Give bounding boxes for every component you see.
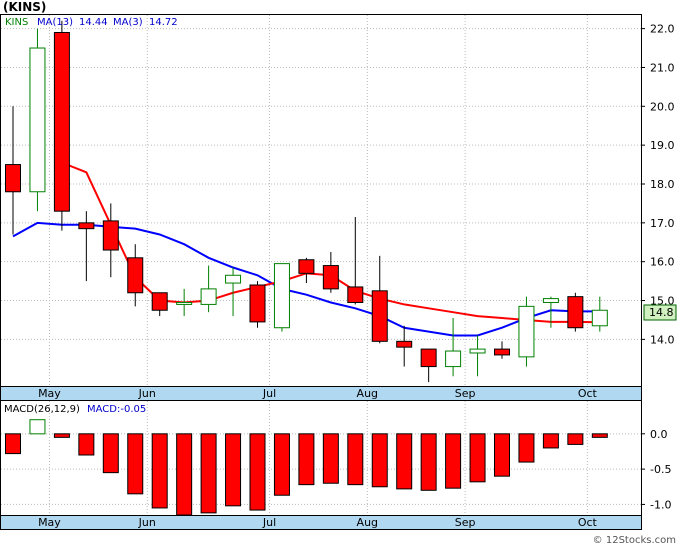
candle-body: [518, 305, 535, 358]
candle-body: [469, 348, 486, 354]
candle-up: [518, 296, 535, 367]
price-panel: [0, 14, 642, 387]
macd-bar: [518, 433, 535, 463]
macd-y-tick-label: -0.5: [650, 463, 671, 476]
macd-bar: [347, 433, 364, 486]
candle-body: [151, 292, 168, 311]
candle-body: [5, 164, 21, 193]
candle-down: [249, 281, 266, 328]
macd-value-label: MACD:-0.05: [87, 404, 146, 415]
macd-bar: [5, 433, 21, 455]
candle-body: [78, 222, 95, 230]
candle-body: [298, 259, 315, 274]
candle-body: [542, 298, 559, 303]
macd-bar: [542, 433, 559, 449]
candle-body: [445, 350, 462, 368]
price-y-tick-label: 14.0: [650, 333, 675, 346]
price-x-tick-label: Jun: [138, 387, 156, 400]
macd-x-axis-band: [0, 515, 642, 530]
macd-bar: [371, 433, 388, 488]
candle-body: [176, 301, 193, 305]
price-y-tick-label: 17.0: [650, 217, 675, 230]
macd-y-tick-label: 0.0: [650, 428, 668, 441]
legend-ma3-value: 14.72: [149, 17, 178, 28]
price-x-tick-label: Sep: [455, 387, 476, 400]
price-y-tick-label: 16.0: [650, 256, 675, 269]
legend-ma3-label: MA(3): [113, 17, 143, 28]
candle-body: [249, 284, 266, 323]
macd-x-tick-label: Aug: [357, 516, 378, 529]
candle-body: [273, 263, 290, 329]
macd-bar: [225, 433, 242, 507]
candle-body: [591, 309, 608, 327]
price-y-tick-label: 22.0: [650, 23, 675, 36]
legend-ma13-value: 14.44: [79, 17, 108, 28]
macd-bar: [445, 433, 462, 489]
macd-bar: [591, 433, 608, 438]
macd-bar: [396, 433, 413, 490]
macd-bar: [420, 433, 437, 491]
macd-bar: [200, 433, 217, 514]
macd-x-tick-label: Oct: [578, 516, 598, 529]
stock-chart: 14.015.016.017.018.019.020.021.022.0 May…: [0, 0, 680, 546]
macd-bar: [273, 433, 290, 496]
last-price-label: 14.8: [649, 306, 674, 319]
price-x-tick-label: May: [38, 387, 61, 400]
macd-x-tick-label: May: [38, 516, 61, 529]
candle-body: [396, 340, 413, 348]
candle-body: [225, 274, 242, 284]
macd-x-tick-label: Jul: [262, 516, 276, 529]
candle-down: [53, 20, 70, 231]
candle-body: [53, 31, 70, 212]
price-x-tick-label: Jul: [262, 387, 276, 400]
price-y-tick-label: 18.0: [650, 178, 675, 191]
macd-x-tick-label: Sep: [455, 516, 476, 529]
watermark: © 12Stocks.com: [593, 535, 676, 546]
macd-bar: [494, 433, 510, 477]
candle-body: [322, 265, 339, 290]
macd-bar: [176, 433, 193, 516]
candle-body: [567, 296, 584, 329]
candle-body: [371, 290, 388, 342]
legend-ma13-label: MA(13): [37, 17, 73, 28]
macd-bar: [469, 433, 486, 483]
macd-bar: [29, 419, 46, 435]
candle-body: [200, 288, 217, 305]
macd-bar: [249, 433, 266, 511]
macd-y-tick-label: -1.0: [650, 498, 671, 511]
macd-bar: [322, 433, 339, 484]
candle-down: [567, 292, 584, 332]
price-y-tick-label: 19.0: [650, 139, 675, 152]
price-x-axis-band: [0, 386, 642, 401]
macd-panel: [0, 400, 642, 516]
macd-bar: [78, 433, 95, 456]
macd-x-tick-label: Jun: [138, 516, 156, 529]
candle-body: [420, 348, 437, 368]
macd-bar: [151, 433, 168, 509]
candle-body: [29, 47, 46, 193]
macd-bar: [53, 433, 70, 438]
candle-body: [127, 257, 144, 294]
macd-label: MACD(26,12,9): [4, 404, 80, 415]
macd-bar: [567, 433, 584, 445]
macd-bar: [102, 433, 119, 474]
candle-up: [29, 28, 46, 212]
price-x-tick-label: Aug: [357, 387, 378, 400]
candle-body: [347, 286, 364, 303]
candle-body: [494, 348, 510, 356]
macd-bar: [298, 433, 315, 486]
candle-up: [273, 263, 290, 332]
price-y-tick-label: 20.0: [650, 100, 675, 113]
price-x-tick-label: Oct: [578, 387, 598, 400]
price-y-tick-label: 21.0: [650, 61, 675, 74]
candle-body: [102, 220, 119, 251]
macd-bar: [127, 433, 144, 495]
legend-symbol: KINS: [5, 17, 28, 28]
ticker-title: (KINS): [3, 0, 46, 14]
